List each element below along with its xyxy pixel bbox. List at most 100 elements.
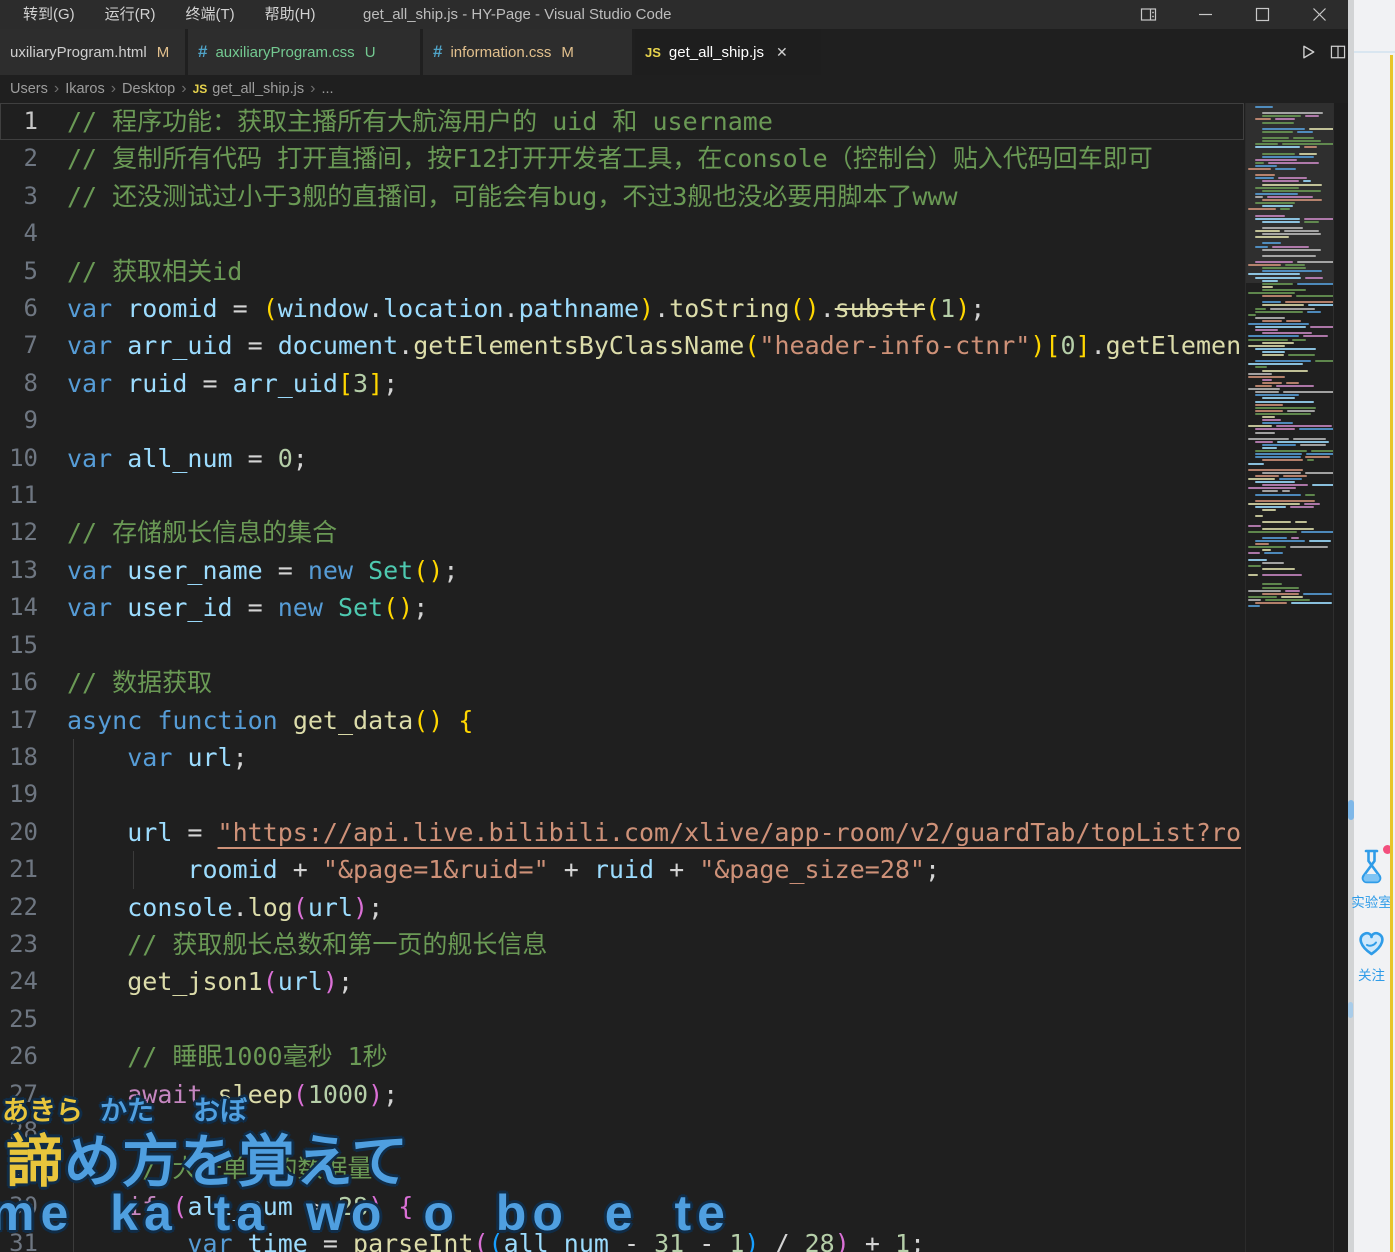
minimap-line	[1262, 528, 1314, 530]
minimap-line	[1248, 314, 1256, 316]
minimap-line	[1262, 351, 1285, 353]
code-line-25[interactable]: 25	[0, 1001, 1244, 1038]
tab-auxiliaryProgram.css[interactable]: #auxiliaryProgram.cssU	[188, 29, 420, 75]
minimap-line	[1262, 128, 1305, 130]
minimap-line	[1255, 456, 1301, 458]
code-line-2[interactable]: 2// 复制所有代码 打开直播间，按F12打开开发者工具，在console（控制…	[0, 140, 1244, 177]
code-text: var ruid = arr_uid[3];	[67, 365, 398, 402]
code-line-24[interactable]: 24 get_json1(url);	[0, 963, 1244, 1000]
menu-item-0[interactable]: 转到(G)	[8, 0, 90, 29]
code-line-7[interactable]: 7var arr_uid = document.getElementsByCla…	[0, 327, 1244, 364]
code-line-8[interactable]: 8var ruid = arr_uid[3];	[0, 365, 1244, 402]
code-line-26[interactable]: 26 // 睡眠1000毫秒 1秒	[0, 1038, 1244, 1075]
code-line-11[interactable]: 11	[0, 477, 1244, 514]
minimap-line	[1255, 407, 1316, 409]
code-line-23[interactable]: 23 // 获取舰长总数和第一页的舰长信息	[0, 926, 1244, 963]
code-line-1[interactable]: 1// 程序功能：获取主播所有大航海用户的 uid 和 username	[0, 103, 1244, 140]
code-line-14[interactable]: 14var user_id = new Set();	[0, 589, 1244, 626]
minimap-line	[1262, 156, 1314, 158]
code-text: get_json1(url);	[67, 963, 353, 1000]
minimap-line	[1255, 494, 1301, 496]
lab-entry[interactable]: 实验室	[1348, 848, 1395, 911]
minimap-line	[1290, 546, 1328, 548]
code-line-29[interactable]: 29 // 大于单页的数据量	[0, 1150, 1244, 1187]
code-line-3[interactable]: 3// 还没测试过小于3舰的直播间，可能会有bug，不过3舰也没必要用脚本了ww…	[0, 178, 1244, 215]
minimap-line	[1303, 593, 1332, 595]
code-line-5[interactable]: 5// 获取相关id	[0, 253, 1244, 290]
menu-item-3[interactable]: 帮助(H)	[250, 0, 331, 29]
minimap-line	[1255, 481, 1295, 483]
minimize-icon[interactable]	[1177, 0, 1234, 29]
minimap-line	[1276, 385, 1314, 387]
code-line-28[interactable]: 28	[0, 1113, 1244, 1150]
minimap-line	[1248, 373, 1272, 375]
code-line-12[interactable]: 12// 存储舰长信息的集合	[0, 514, 1244, 551]
minimap[interactable]	[1245, 103, 1333, 1252]
code-line-20[interactable]: 20 url = "https://api.live.bilibili.com/…	[0, 814, 1244, 851]
code-line-17[interactable]: 17async function get_data() {	[0, 702, 1244, 739]
line-number: 25	[0, 1001, 38, 1038]
chevron-right-icon: ›	[310, 80, 315, 98]
minimap-line	[1255, 174, 1275, 176]
close-window-icon[interactable]	[1291, 0, 1348, 29]
follow-entry[interactable]: 关注	[1348, 925, 1395, 984]
breadcrumb-item-Desktop[interactable]: Desktop	[122, 81, 175, 97]
line-number: 31	[0, 1225, 38, 1252]
minimap-line	[1262, 593, 1299, 595]
code-line-22[interactable]: 22 console.log(url);	[0, 889, 1244, 926]
code-line-27[interactable]: 27 await sleep(1000);	[0, 1076, 1244, 1113]
code-line-6[interactable]: 6var roomid = (window.location.pathname)…	[0, 290, 1244, 327]
code-text: // 获取相关id	[67, 253, 242, 290]
minimap-line	[1287, 410, 1315, 412]
menu-item-2[interactable]: 终端(T)	[171, 0, 250, 29]
menu-item-1[interactable]: 运行(R)	[90, 0, 171, 29]
minimap-line	[1306, 453, 1333, 455]
minimap-line	[1283, 391, 1333, 393]
minimap-line	[1278, 177, 1307, 179]
line-number: 10	[0, 440, 38, 477]
breadcrumb-item-Ikaros[interactable]: Ikaros	[65, 81, 105, 97]
code-line-16[interactable]: 16// 数据获取	[0, 664, 1244, 701]
minimap-line	[1285, 301, 1333, 303]
code-text: console.log(url);	[67, 889, 383, 926]
tab-bar: uxiliaryProgram.htmlM#auxiliaryProgram.c…	[0, 29, 1348, 75]
code-line-9[interactable]: 9	[0, 402, 1244, 439]
minimap-line	[1262, 370, 1308, 372]
line-number: 22	[0, 889, 38, 926]
minimap-line	[1279, 478, 1303, 480]
maximize-icon[interactable]	[1234, 0, 1291, 29]
minimap-line	[1255, 360, 1311, 362]
js-file-icon: JS	[645, 45, 661, 60]
minimap-line	[1301, 531, 1333, 533]
minimap-line	[1305, 494, 1315, 496]
tab-get_all_ship.js[interactable]: JSget_all_ship.js✕	[635, 29, 821, 75]
minimap-line	[1255, 187, 1299, 189]
close-tab-icon[interactable]: ✕	[776, 44, 788, 61]
code-line-18[interactable]: 18 var url;	[0, 739, 1244, 776]
breadcrumb-item-get_all_ship.js[interactable]: JSget_all_ship.js	[193, 81, 305, 97]
breadcrumb: Users›Ikaros›Desktop›JSget_all_ship.js›.…	[0, 75, 1348, 103]
code-line-13[interactable]: 13var user_name = new Set();	[0, 552, 1244, 589]
breadcrumb-item-...[interactable]: ...	[321, 81, 333, 97]
tab-information.css[interactable]: #information.cssM	[423, 29, 632, 75]
minimap-line	[1262, 184, 1322, 186]
tab-uxiliaryProgram.html[interactable]: uxiliaryProgram.htmlM	[0, 29, 185, 75]
minimap-line	[1276, 425, 1332, 427]
customize-layout-icon[interactable]	[1120, 0, 1177, 29]
line-number: 11	[0, 477, 38, 514]
minimap-line	[1262, 472, 1301, 474]
code-line-15[interactable]: 15	[0, 627, 1244, 664]
minimap-line	[1262, 379, 1272, 381]
code-text: // 睡眠1000毫秒 1秒	[67, 1038, 388, 1075]
code-line-19[interactable]: 19	[0, 776, 1244, 813]
code-line-21[interactable]: 21 roomid + "&page=1&ruid=" + ruid + "&p…	[0, 851, 1244, 888]
code-editor[interactable]: 1// 程序功能：获取主播所有大航海用户的 uid 和 username2// …	[0, 103, 1244, 1252]
minimap-line	[1262, 289, 1306, 291]
breadcrumb-item-Users[interactable]: Users	[10, 81, 48, 97]
code-line-10[interactable]: 10var all_num = 0;	[0, 440, 1244, 477]
code-line-30[interactable]: 30 if (all_num > 28) {	[0, 1188, 1244, 1225]
code-line-31[interactable]: 31 var time = parseInt((all_num - 31 - 1…	[0, 1225, 1244, 1252]
code-line-4[interactable]: 4	[0, 215, 1244, 252]
run-icon[interactable]	[1293, 43, 1323, 61]
vertical-scrollbar[interactable]	[1333, 103, 1349, 1252]
